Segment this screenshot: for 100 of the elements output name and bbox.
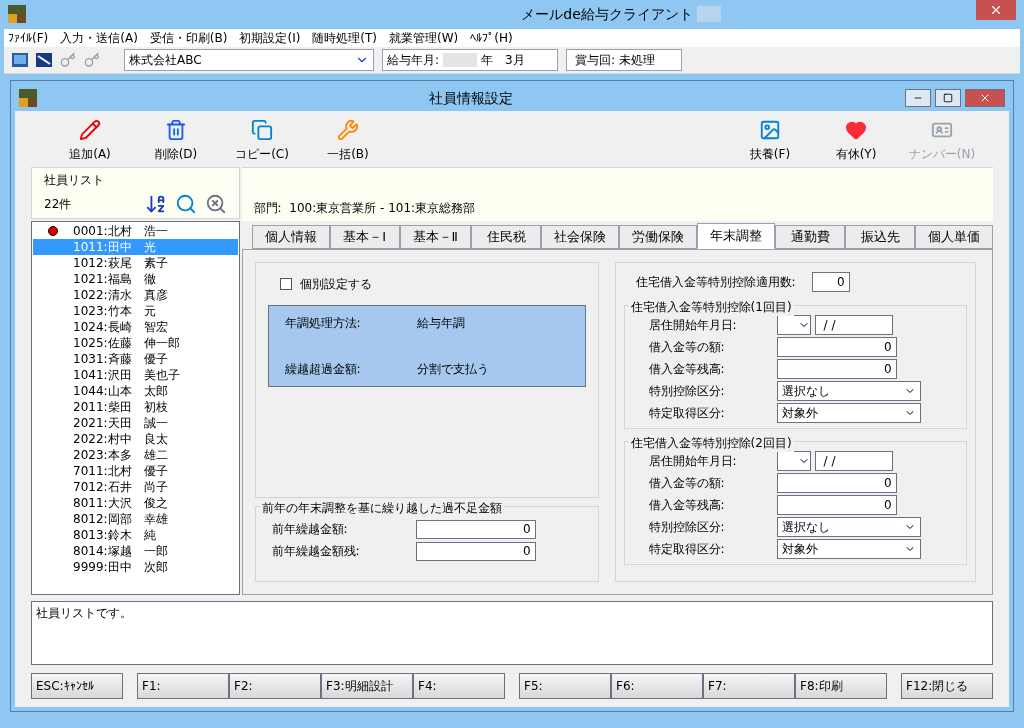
blurred-block <box>696 6 721 23</box>
toolbar-button[interactable]: 有休(Y) <box>813 115 899 167</box>
employee-item[interactable]: 2021:天田 誠一 <box>33 415 238 431</box>
menu-item[interactable]: 就業管理(W) <box>389 28 459 47</box>
employee-item[interactable]: 1031:斉藤 優子 <box>33 351 238 367</box>
field-label: 特別控除区分: <box>647 519 726 536</box>
function-key-button[interactable]: F3:明細設計 <box>321 673 413 699</box>
window-logo-icon <box>19 89 37 107</box>
employee-item[interactable]: 2022:村中 良太 <box>33 431 238 447</box>
dropdown[interactable]: 選択なし <box>776 517 921 537</box>
clear-search-icon[interactable] <box>204 193 227 215</box>
pay-month-value: 年 3月 <box>481 51 525 69</box>
date-dropdown[interactable] <box>776 315 811 335</box>
field-label: 前年繰越金額: <box>271 521 349 538</box>
function-key-button[interactable]: F12:閉じる <box>901 673 993 699</box>
copy-icon <box>249 119 275 141</box>
tab[interactable]: 社会保険 <box>541 225 619 249</box>
bonus-status: 賞与回: 未処理 <box>566 48 682 71</box>
date-field[interactable]: / / <box>814 451 893 471</box>
amount-field[interactable]: 0 <box>415 541 536 561</box>
employee-item[interactable]: 1021:福島 徹 <box>33 271 238 287</box>
pencil-icon <box>77 119 103 141</box>
setting-value: 分割で支払う <box>416 361 489 378</box>
toolbar-button[interactable]: 削除(D) <box>133 115 219 167</box>
tab[interactable]: 振込先 <box>845 225 915 249</box>
message-box: 社員リストです。 <box>31 601 993 665</box>
sort-icon[interactable] <box>144 193 167 215</box>
window-title: 社員情報設定 <box>428 88 514 108</box>
amount-field[interactable]: 0 <box>776 473 897 493</box>
employee-item[interactable]: 8013:鈴木 純 <box>33 527 238 543</box>
maximize-button[interactable] <box>935 89 961 107</box>
group-title: 住宅借入金等特別控除(1回目) <box>628 298 794 316</box>
individual-checkbox[interactable]: 個別設定する <box>279 275 586 293</box>
employee-item[interactable]: 8012:岡部 幸雄 <box>33 511 238 527</box>
tab[interactable]: 基本－Ⅰ <box>329 225 400 249</box>
chart-icon[interactable] <box>36 52 52 67</box>
field-label: 特定取得区分: <box>647 405 726 422</box>
field-label: 前年繰越金額残: <box>271 543 361 560</box>
menu-item[interactable]: 初期設定(I) <box>239 28 301 47</box>
employee-item[interactable]: 8014:塚越 一郎 <box>33 543 238 559</box>
close-icon <box>989 3 1003 17</box>
menu-item[interactable]: 随時処理(T) <box>312 28 378 47</box>
toolbar-button[interactable]: 追加(A) <box>47 115 133 167</box>
tab[interactable]: 基本－Ⅱ <box>399 225 471 249</box>
employee-item[interactable]: 1023:竹本 元 <box>33 303 238 319</box>
window-title: メールde給与クライアント <box>521 4 693 24</box>
employee-item[interactable]: 0001:北村 浩一 <box>33 223 238 239</box>
function-key-button[interactable]: F7: <box>703 673 795 699</box>
amount-field[interactable]: 0 <box>776 359 897 379</box>
amount-field[interactable]: 0 <box>415 519 536 539</box>
blurred-block <box>443 52 478 67</box>
function-key-button[interactable]: F8:印刷 <box>795 673 887 699</box>
search-icon[interactable] <box>174 193 197 215</box>
employee-item[interactable]: 1024:長崎 智宏 <box>33 319 238 335</box>
function-key-button[interactable]: F5: <box>519 673 611 699</box>
toolbar-button[interactable]: 扶養(F) <box>727 115 813 167</box>
field-label: 住宅借入金等特別控除適用数: <box>635 274 796 291</box>
list-title: 社員リスト <box>44 172 105 189</box>
employee-item[interactable]: 1025:佐藤 伸一郎 <box>33 335 238 351</box>
employee-item[interactable]: 7011:北村 優子 <box>33 463 238 479</box>
employee-item[interactable]: 1044:山本 太郎 <box>33 383 238 399</box>
heart-icon <box>843 119 869 141</box>
count-field[interactable]: 0 <box>811 272 850 292</box>
menu-item[interactable]: 入力・送信(A) <box>60 28 138 47</box>
date-dropdown[interactable] <box>776 451 811 471</box>
employee-item[interactable]: 2023:本多 雄二 <box>33 447 238 463</box>
company-dropdown[interactable]: 株式会社ABC <box>124 48 374 71</box>
dropdown[interactable]: 選択なし <box>776 381 921 401</box>
employee-item[interactable]: 1041:沢田 美也子 <box>33 367 238 383</box>
group-title: 住宅借入金等特別控除(2回目) <box>628 434 794 452</box>
employee-item[interactable]: 7012:石井 尚子 <box>33 479 238 495</box>
tab[interactable]: 住民税 <box>471 225 541 249</box>
function-key-button[interactable]: F2: <box>229 673 321 699</box>
amount-field[interactable]: 0 <box>776 337 897 357</box>
dropdown[interactable]: 対象外 <box>776 403 921 423</box>
function-key-button[interactable]: ESC:ｷｬﾝｾﾙ <box>31 673 123 699</box>
toolbar-button[interactable]: 一括(B) <box>305 115 391 167</box>
tab[interactable]: 通勤費 <box>775 225 845 249</box>
employee-item[interactable]: 9999:田中 次郎 <box>33 559 238 575</box>
app-logo-icon <box>8 5 26 24</box>
menu-item[interactable]: 受信・印刷(B) <box>149 28 228 47</box>
employee-item[interactable]: 1022:清水 真彦 <box>33 287 238 303</box>
date-field[interactable]: / / <box>814 315 893 335</box>
toolbar-button[interactable]: コピー(C) <box>219 115 305 167</box>
tab[interactable]: 年末調整 <box>697 223 775 249</box>
menu-item[interactable]: ﾌｧｲﾙ(F) <box>8 28 49 47</box>
monitor-icon[interactable] <box>12 52 28 67</box>
employee-item[interactable]: 1012:萩尾 素子 <box>33 255 238 271</box>
function-key-button[interactable]: F4: <box>413 673 505 699</box>
dropdown[interactable]: 対象外 <box>776 539 921 559</box>
function-key-button[interactable]: F1: <box>137 673 229 699</box>
tab[interactable]: 労働保険 <box>619 225 697 249</box>
tab[interactable]: 個人単価 <box>915 225 993 249</box>
function-key-button[interactable]: F6: <box>611 673 703 699</box>
menu-item[interactable]: ﾍﾙﾌﾟ(H) <box>470 28 513 47</box>
minimize-button[interactable] <box>905 89 931 107</box>
employee-item[interactable]: 8011:大沢 俊之 <box>33 495 238 511</box>
tab[interactable]: 個人情報 <box>251 225 330 249</box>
amount-field[interactable]: 0 <box>776 495 897 515</box>
employee-item[interactable]: 2011:柴田 初枝 <box>33 399 238 415</box>
